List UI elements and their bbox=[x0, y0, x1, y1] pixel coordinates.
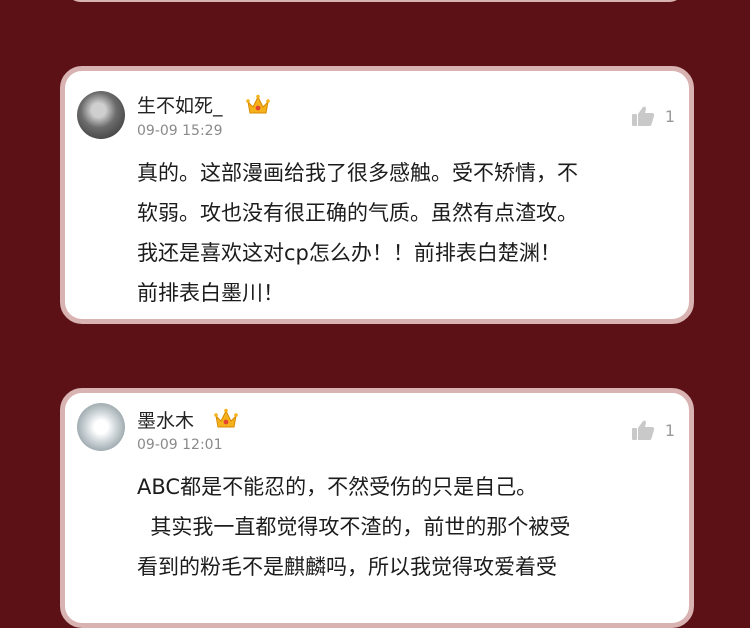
comment-card: 墨水木 09-09 12:01 1 ABC都是不能忍的，不然受伤的只是自己。 其… bbox=[60, 388, 694, 628]
crown-icon bbox=[246, 94, 270, 114]
comment-text: ABC都是不能忍的，不然受伤的只是自己。 其实我一直都觉得攻不渣的，前世的那个被… bbox=[137, 475, 571, 579]
thumbs-up-icon bbox=[631, 420, 654, 440]
like-count: 1 bbox=[664, 420, 675, 440]
username[interactable]: 墨水木 bbox=[137, 406, 194, 433]
username[interactable]: 生不如死_ bbox=[137, 91, 223, 118]
thumbs-up-icon bbox=[631, 106, 654, 126]
like-button[interactable]: 1 bbox=[631, 105, 675, 127]
comment-text: 真的。这部漫画给我了很多感触。受不矫情，不 软弱。攻也没有很正确的气质。虽然有点… bbox=[137, 161, 578, 305]
avatar[interactable] bbox=[77, 403, 125, 451]
comment-card: 生不如死_ 09-09 15:29 1 真的。这部漫画给我了很多感触。受不矫情，… bbox=[60, 66, 694, 324]
like-button[interactable]: 1 bbox=[631, 419, 675, 441]
like-count: 1 bbox=[664, 106, 675, 126]
comment-date: 09-09 15:29 bbox=[137, 123, 223, 139]
crown-icon bbox=[214, 408, 238, 428]
comment-date: 09-09 12:01 bbox=[137, 437, 223, 453]
avatar[interactable] bbox=[77, 91, 125, 139]
previous-comment-card bbox=[65, 0, 685, 2]
